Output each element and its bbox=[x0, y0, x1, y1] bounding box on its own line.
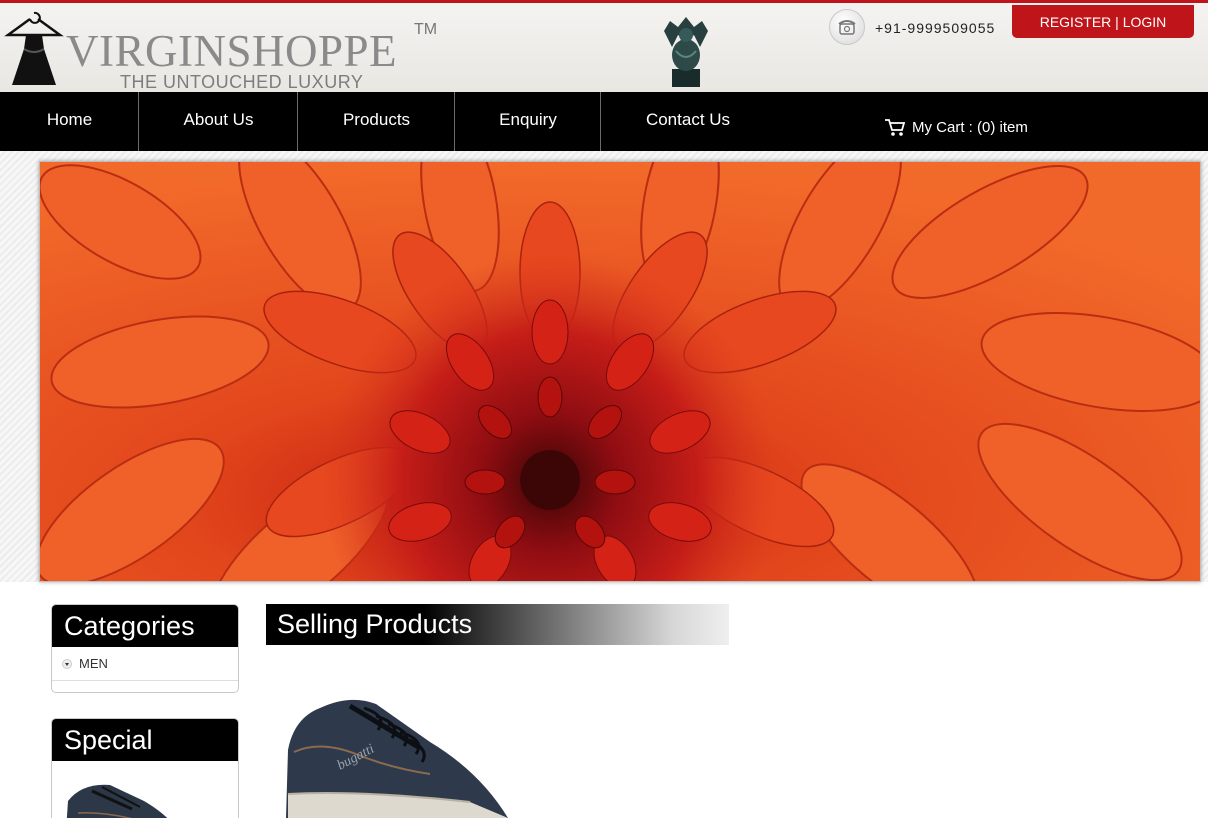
nav-home[interactable]: Home bbox=[0, 92, 139, 151]
phone-icon bbox=[829, 9, 865, 45]
nav-enquiry[interactable]: Enquiry bbox=[455, 92, 601, 151]
nav-contact-us[interactable]: Contact Us bbox=[601, 92, 775, 151]
category-item-men[interactable]: MEN bbox=[52, 647, 238, 681]
site-header: VIRGINSHOPPE TM THE UNTOUCHED LUXURY +91… bbox=[0, 3, 1208, 92]
product-shoe-image[interactable]: bugatti bbox=[280, 690, 520, 818]
statue-image bbox=[664, 17, 708, 87]
trademark-symbol: TM bbox=[414, 21, 438, 38]
categories-panel: Categories MEN bbox=[51, 604, 239, 693]
dress-hanger-icon bbox=[4, 11, 64, 85]
nav-products[interactable]: Products bbox=[298, 92, 455, 151]
cart-link[interactable]: My Cart : (0) item bbox=[884, 116, 1028, 138]
banner-area bbox=[0, 151, 1208, 582]
special-title: Special bbox=[52, 719, 238, 761]
category-label: MEN bbox=[79, 656, 108, 671]
selling-products-title: Selling Products bbox=[266, 604, 729, 645]
special-panel: Special bbox=[51, 718, 239, 818]
nav-about-us[interactable]: About Us bbox=[139, 92, 298, 151]
cart-label: My Cart : (0) item bbox=[912, 118, 1028, 136]
brand-name: VIRGINSHOPPE bbox=[66, 26, 398, 76]
banner-image bbox=[39, 161, 1201, 582]
phone-number: +91-9999509055 bbox=[875, 20, 996, 36]
brand-tagline: THE UNTOUCHED LUXURY bbox=[120, 72, 364, 92]
register-login-button[interactable]: REGISTER | LOGIN bbox=[1012, 5, 1194, 38]
dropdown-bullet-icon bbox=[62, 658, 72, 669]
shopping-cart-icon bbox=[885, 119, 906, 136]
flower-graphic bbox=[40, 162, 1200, 581]
site-logo[interactable]: VIRGINSHOPPE TM THE UNTOUCHED LUXURY bbox=[4, 7, 444, 93]
categories-title: Categories bbox=[52, 605, 238, 647]
special-product-image[interactable] bbox=[52, 761, 239, 818]
